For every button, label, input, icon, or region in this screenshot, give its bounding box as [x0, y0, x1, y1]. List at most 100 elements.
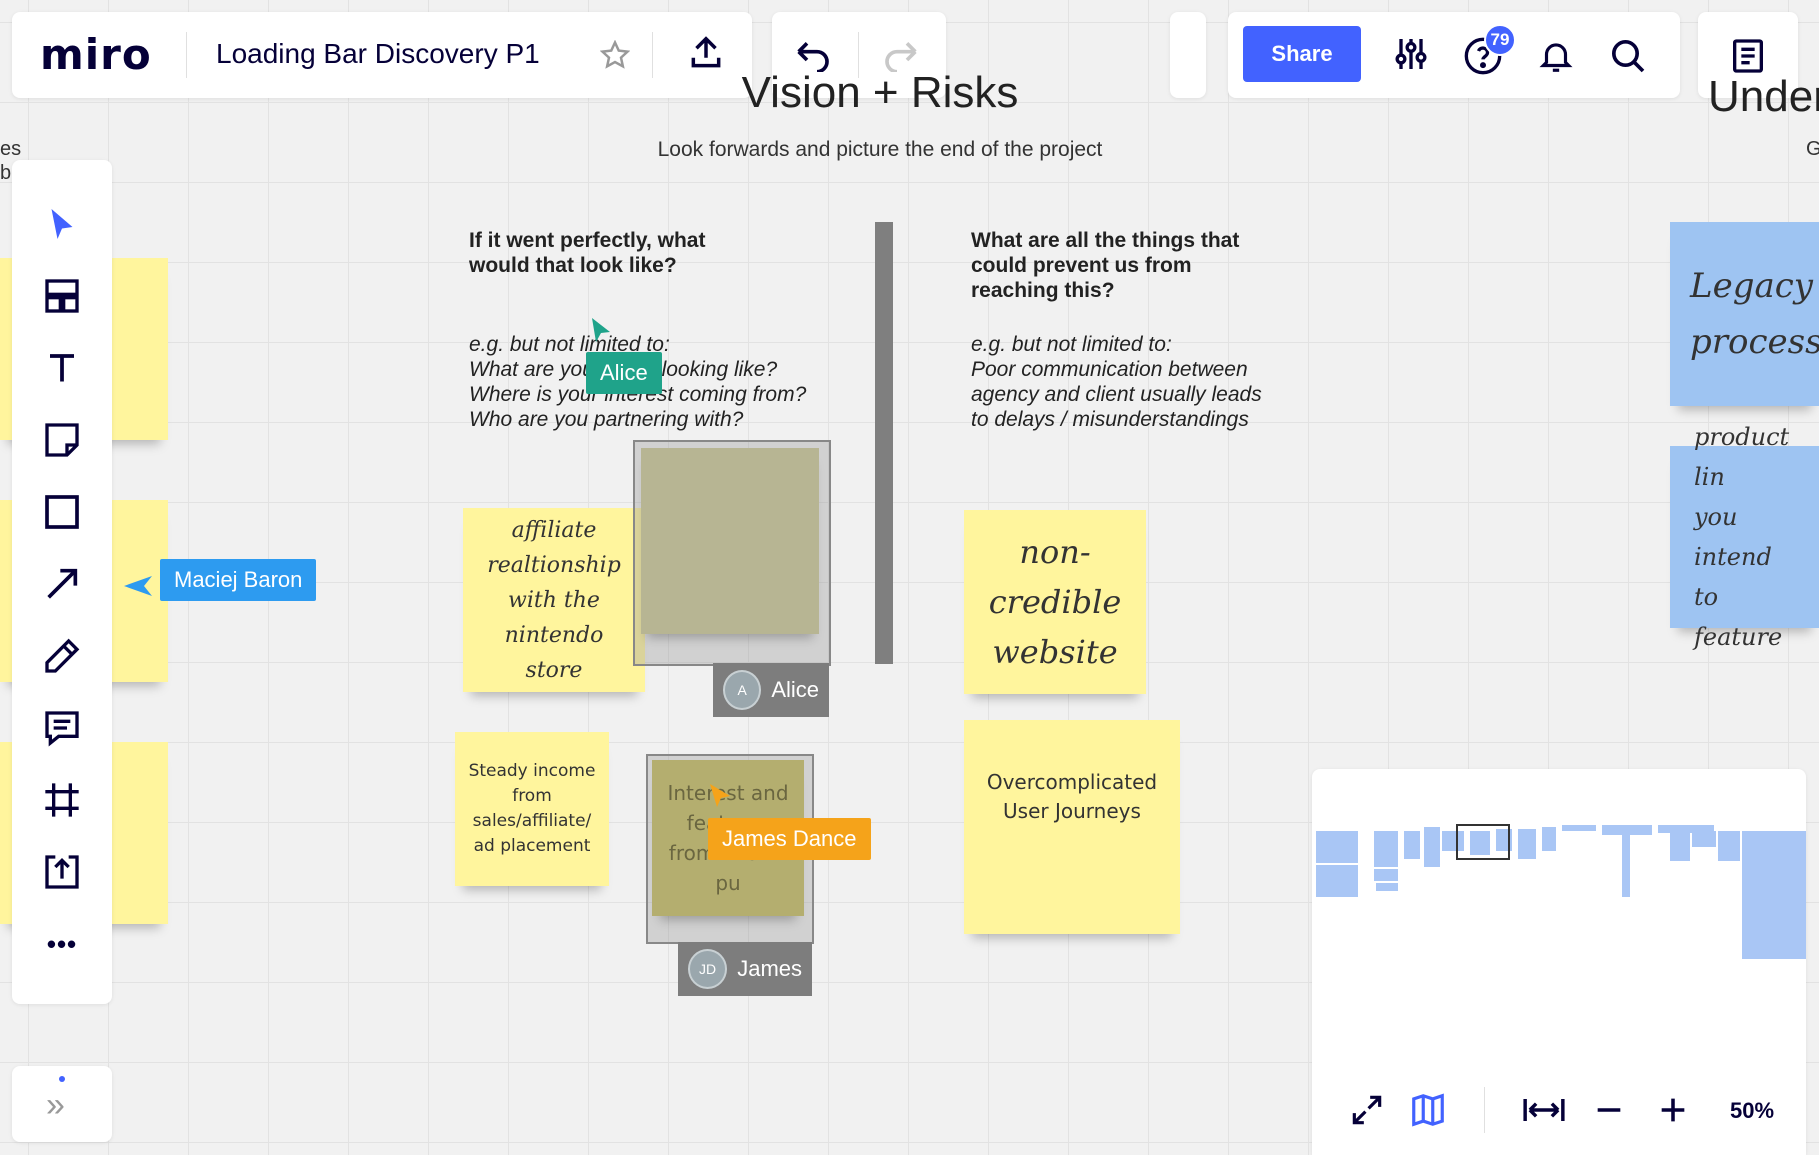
sticky-line: Overcomplicated	[986, 770, 1158, 794]
map-icon[interactable]	[1408, 1091, 1448, 1134]
sticky-line: Legacy	[1690, 266, 1813, 306]
sticky-line: processe	[1690, 322, 1819, 362]
zoom-level[interactable]: 50%	[1730, 1098, 1774, 1124]
cursor-label-alice: Alice	[586, 352, 662, 394]
miro-logo[interactable]: miro	[40, 30, 152, 79]
right-frame-subtitle: G	[1806, 138, 1819, 160]
share-button[interactable]: Share	[1243, 26, 1361, 82]
minimap-block	[1718, 831, 1740, 861]
sticky-line: with the	[508, 587, 600, 613]
minimap-block	[1670, 831, 1690, 861]
minimap-block	[1376, 883, 1398, 891]
cursor-james-icon	[708, 782, 732, 813]
sliders-icon[interactable]	[1389, 32, 1433, 76]
collaborator-tag-james: JD James	[678, 942, 812, 996]
expand-button[interactable]: »	[46, 1086, 65, 1125]
zoom-in-icon[interactable]	[1656, 1093, 1690, 1132]
sticky-line: User Journeys	[1003, 799, 1141, 823]
star-icon[interactable]	[599, 39, 631, 75]
divider	[652, 32, 653, 78]
example-line: to delays / misunderstandings	[971, 408, 1249, 431]
header-actions-panel: Share 79	[1228, 12, 1680, 98]
fit-width-icon[interactable]	[1522, 1093, 1566, 1132]
minimap-block	[1374, 869, 1398, 881]
left-frame-text: b	[0, 162, 12, 184]
upload-tool[interactable]	[38, 848, 86, 896]
minimap-block	[1562, 825, 1596, 831]
presence-panel	[1170, 12, 1206, 98]
minimap-block	[1316, 865, 1358, 897]
avatar: A	[723, 670, 762, 710]
minimap-viewport[interactable]	[1456, 824, 1510, 860]
sticky-line: non-	[1019, 533, 1091, 571]
sticky-line: product lin	[1694, 423, 1790, 491]
minimap-block	[1374, 831, 1398, 867]
sticky-note-affiliate[interactable]: affiliate realtionship with the nintendo…	[463, 508, 645, 692]
minimap-block	[1404, 831, 1420, 859]
example-line: agency and client usually leads	[971, 383, 1262, 406]
sticky-line: from	[512, 786, 552, 806]
example-line: e.g. but not limited to:	[971, 333, 1172, 356]
sticky-note-dragging[interactable]	[641, 448, 819, 634]
help-badge: 79	[1484, 24, 1516, 56]
sticky-line: to feature	[1694, 583, 1783, 651]
frame-title: Vision + Risks	[741, 68, 1019, 117]
column-heading-perfect: If it went perfectly, what would that lo…	[469, 229, 706, 277]
minimap-block	[1622, 831, 1630, 897]
avatar: JD	[688, 949, 728, 989]
sticky-line: website	[992, 633, 1118, 671]
shape-tool[interactable]	[38, 488, 86, 536]
sticky-note-legacy[interactable]: Legacy processe	[1670, 222, 1819, 406]
sticky-line: you intend	[1694, 503, 1772, 571]
minimap-block	[1424, 827, 1440, 867]
minimap-canvas[interactable]	[1312, 769, 1806, 1059]
header-main-panel: miro Loading Bar Discovery P1	[12, 12, 752, 98]
column-example-risks: e.g. but not limited to: Poor communicat…	[971, 332, 1262, 432]
more-tool[interactable]: •••	[38, 920, 86, 968]
right-frame-title: Under	[1708, 72, 1819, 121]
indicator-dot	[59, 1076, 65, 1082]
column-divider[interactable]	[875, 222, 893, 664]
select-tool[interactable]	[38, 200, 86, 248]
collaborator-name: James	[737, 956, 802, 981]
sticky-note-product[interactable]: product lin you intend to feature	[1670, 423, 1819, 651]
cursor-label-maciej: Maciej Baron	[160, 559, 317, 601]
left-toolbar: •••	[12, 160, 112, 1004]
pen-tool[interactable]	[38, 632, 86, 680]
column-heading-risks: What are all the things that could preve…	[971, 229, 1240, 302]
zoom-out-icon[interactable]	[1592, 1093, 1626, 1132]
sticky-line: realtionship	[487, 552, 621, 578]
collaborator-name: Alice	[771, 677, 819, 702]
templates-tool[interactable]	[38, 272, 86, 320]
minimap-block	[1692, 831, 1716, 847]
minimap-block	[1316, 831, 1358, 863]
minimap-panel: 50%	[1312, 769, 1806, 1155]
board-title[interactable]: Loading Bar Discovery P1	[216, 38, 540, 70]
example-line: Who are you partnering with?	[469, 408, 744, 431]
fullscreen-icon[interactable]	[1348, 1091, 1386, 1134]
sticky-line: ad placement	[473, 836, 591, 856]
sticky-note-overcomplicated[interactable]: Overcomplicated User Journeys	[964, 720, 1180, 934]
sticky-line: Steady income	[468, 761, 596, 781]
connector-tool[interactable]	[38, 560, 86, 608]
cursor-alice-icon	[590, 316, 612, 351]
sticky-line: pu	[715, 871, 741, 895]
text-tool[interactable]	[38, 344, 86, 392]
minimap-block	[1742, 831, 1806, 959]
sticky-note-tool[interactable]	[38, 416, 86, 464]
sticky-line: affiliate	[511, 517, 597, 543]
sticky-line: nintendo store	[504, 622, 604, 683]
comment-tool[interactable]	[38, 704, 86, 752]
collaborator-tag-alice: A Alice	[713, 663, 829, 717]
left-frame-text: es	[0, 138, 22, 160]
minimap-block	[1542, 827, 1556, 851]
sticky-line: credible	[988, 583, 1122, 621]
sticky-note-steady-income[interactable]: Steady income from sales/affiliate/ ad p…	[455, 732, 609, 886]
sticky-note-non-credible[interactable]: non- credible website	[964, 510, 1146, 694]
divider	[186, 32, 187, 78]
bell-icon[interactable]	[1534, 34, 1578, 78]
frame-tool[interactable]	[38, 776, 86, 824]
expand-panel: »	[12, 1066, 112, 1142]
upload-icon[interactable]	[687, 34, 725, 77]
search-icon[interactable]	[1606, 34, 1650, 78]
